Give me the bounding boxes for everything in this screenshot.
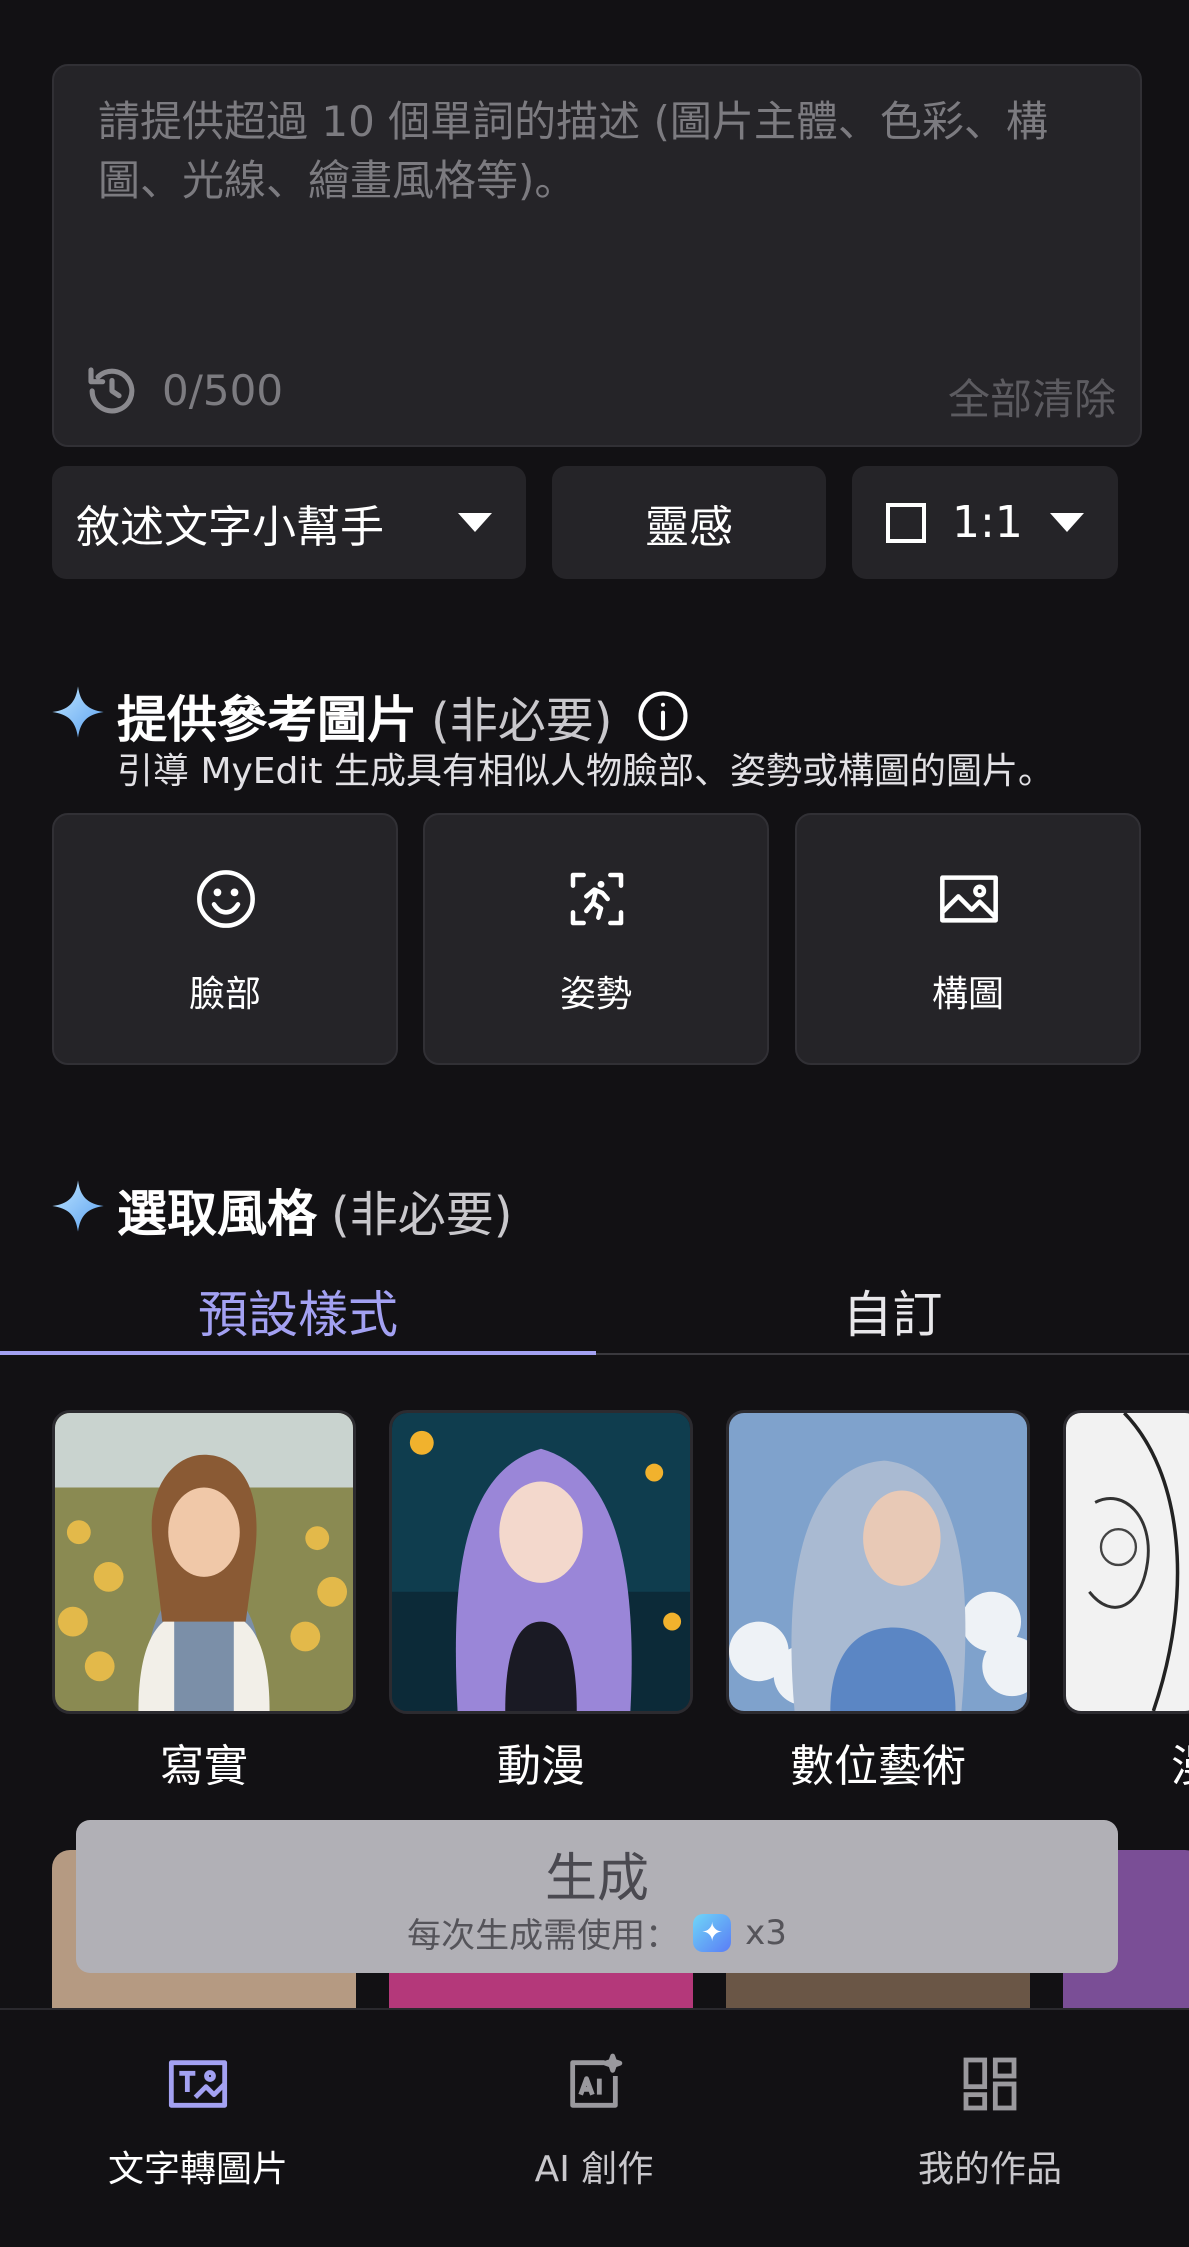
nav-label-ai-create: AI 創作 <box>534 2149 654 2190</box>
composition-icon <box>940 875 998 923</box>
nav-label-my-works: 我的作品 <box>917 2149 1062 2190</box>
reference-composition-card[interactable]: 構圖 <box>795 813 1141 1065</box>
prompt-placeholder: 請提供超過 10 個單詞的描述 (圖片主體、色彩、構圖、光線、繪畫風格等)。 <box>98 97 1048 205</box>
sparkle-icon <box>52 686 104 738</box>
inspiration-button[interactable]: 靈感 <box>552 466 826 579</box>
style-label-realistic: 寫實 <box>160 1741 248 1792</box>
generate-button[interactable]: 生成 每次生成需使用： ✦ x3 <box>76 1820 1118 1973</box>
character-counter: 0/500 <box>162 366 284 415</box>
generate-label: 生成 <box>544 1849 649 1909</box>
sparkle-icon <box>52 1180 104 1232</box>
prompt-helper-dropdown[interactable]: 敘述文字小幫手 <box>52 466 526 579</box>
style-thumb-comic[interactable] <box>1063 1410 1189 1714</box>
style-thumb-digital-art[interactable] <box>726 1410 1030 1714</box>
style-title: 選取風格 <box>117 1185 317 1243</box>
tab-preset-styles[interactable]: 預設樣式 <box>0 1275 596 1347</box>
reference-pose-card[interactable]: 姿勢 <box>423 813 769 1065</box>
tab-custom[interactable]: 自訂 <box>596 1275 1189 1347</box>
aspect-ratio-dropdown[interactable]: 1:1 <box>852 466 1118 579</box>
chevron-down-icon <box>1050 513 1084 532</box>
style-thumb-realistic[interactable] <box>52 1410 356 1714</box>
reference-pose-label: 姿勢 <box>559 974 632 1015</box>
nav-label-text-to-image: 文字轉圖片 <box>107 2149 288 2190</box>
nav-item-my-works[interactable]: 我的作品 <box>792 2010 1188 2247</box>
style-thumb-anime[interactable] <box>389 1410 693 1714</box>
style-label-digital-art: 數位藝術 <box>790 1741 966 1792</box>
style-label-anime: 動漫 <box>497 1741 585 1792</box>
face-icon <box>197 870 255 928</box>
prompt-helper-label: 敘述文字小幫手 <box>76 501 384 553</box>
generate-cost: 每次生成需使用： ✦ x3 <box>76 1908 1118 1957</box>
nav-item-ai-create[interactable]: AI 創作 <box>396 2010 792 2247</box>
reference-subtitle: 引導 MyEdit 生成具有相似人物臉部、姿勢或構圖的圖片。 <box>117 751 1054 792</box>
generate-cost-value: x3 <box>745 1912 787 1953</box>
history-icon[interactable] <box>84 363 140 419</box>
text-to-image-icon <box>168 2060 228 2108</box>
bottom-nav: 文字轉圖片 AI 創作 我的作品 <box>0 2008 1189 2245</box>
info-icon[interactable] <box>636 689 690 743</box>
generate-cost-prefix: 每次生成需使用： <box>407 1916 680 1956</box>
pose-icon <box>570 872 624 926</box>
reference-face-label: 臉部 <box>188 974 261 1015</box>
nav-item-text-to-image[interactable]: 文字轉圖片 <box>0 2010 396 2247</box>
clear-all-button[interactable]: 全部清除 <box>948 366 1116 427</box>
my-works-icon <box>963 2057 1017 2111</box>
style-label-comic: 漫 <box>1063 1730 1189 1794</box>
prompt-input[interactable]: 請提供超過 10 個單詞的描述 (圖片主體、色彩、構圖、光線、繪畫風格等)。 0… <box>52 64 1142 447</box>
inspiration-label: 靈感 <box>645 501 733 553</box>
reference-face-card[interactable]: 臉部 <box>52 813 398 1065</box>
aspect-ratio-label: 1:1 <box>952 497 1023 548</box>
reference-optional-label: (非必要) <box>431 693 613 749</box>
tab-active-indicator <box>0 1351 596 1355</box>
ai-create-icon <box>570 2053 623 2108</box>
square-ratio-icon <box>886 502 926 543</box>
style-optional-label: (非必要) <box>331 1187 513 1243</box>
credit-icon: ✦ <box>693 1913 732 1952</box>
reference-composition-label: 構圖 <box>931 974 1004 1015</box>
chevron-down-icon <box>458 513 492 532</box>
